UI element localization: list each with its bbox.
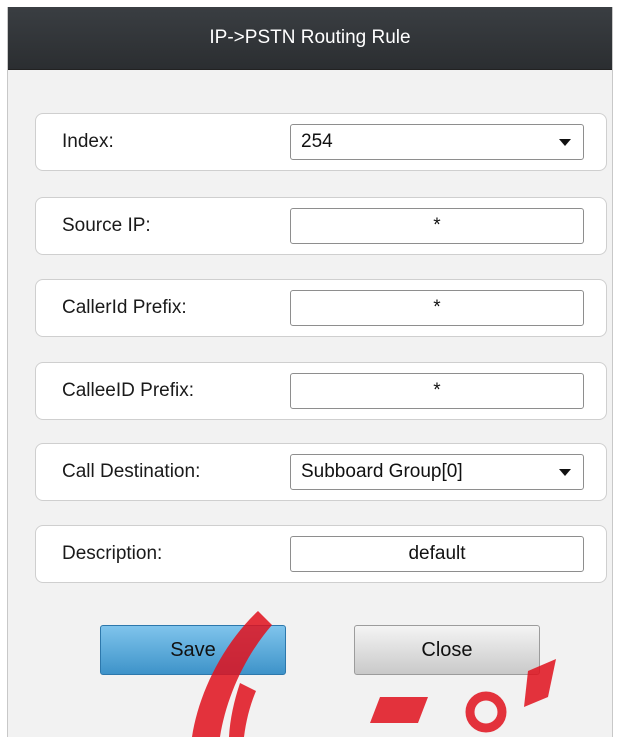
source-ip-row: Source IP:	[35, 197, 607, 255]
calleeid-prefix-row: CalleeID Prefix:	[35, 362, 607, 420]
close-button[interactable]: Close	[354, 625, 540, 675]
chevron-down-icon	[559, 139, 571, 146]
call-destination-label: Call Destination:	[62, 461, 201, 482]
routing-rule-dialog: IP->PSTN Routing Rule Index: 254 Source …	[7, 7, 613, 737]
close-button-label: Close	[421, 638, 473, 661]
source-ip-label: Source IP:	[62, 215, 151, 236]
chevron-down-icon	[559, 469, 571, 476]
callerid-prefix-row: CallerId Prefix:	[35, 279, 607, 337]
callerid-prefix-label: CallerId Prefix:	[62, 297, 187, 318]
callerid-prefix-input[interactable]	[290, 290, 584, 326]
index-select-value: 254	[301, 131, 333, 152]
index-row: Index: 254	[35, 113, 607, 171]
call-destination-select-value: Subboard Group[0]	[301, 461, 463, 482]
save-button-label: Save	[170, 638, 216, 661]
index-select[interactable]: 254	[290, 124, 584, 160]
save-button[interactable]: Save	[100, 625, 286, 675]
call-destination-row: Call Destination: Subboard Group[0]	[35, 443, 607, 501]
description-label: Description:	[62, 543, 163, 564]
calleeid-prefix-label: CalleeID Prefix:	[62, 380, 194, 401]
dialog-title: IP->PSTN Routing Rule	[209, 27, 411, 48]
calleeid-prefix-input[interactable]	[290, 373, 584, 409]
description-row: Description:	[35, 525, 607, 583]
call-destination-select[interactable]: Subboard Group[0]	[290, 454, 584, 490]
description-input[interactable]	[290, 536, 584, 572]
dialog-titlebar: IP->PSTN Routing Rule	[8, 7, 612, 70]
index-label: Index:	[62, 131, 114, 152]
source-ip-input[interactable]	[290, 208, 584, 244]
